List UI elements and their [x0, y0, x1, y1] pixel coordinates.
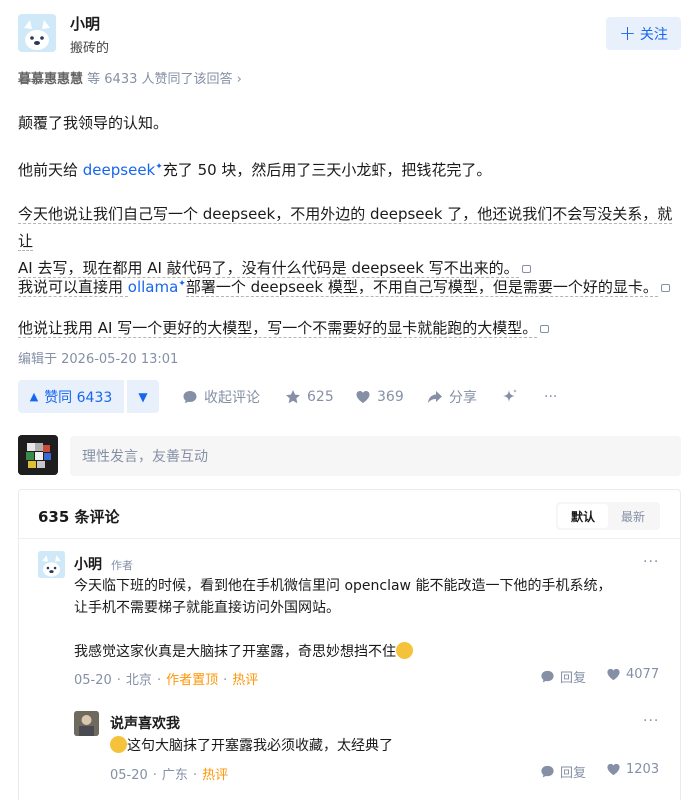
sort-default-tab[interactable]: 默认 [558, 504, 608, 528]
reply-meta: 05-20 · 广东 · 热评 [110, 768, 229, 783]
edited-timestamp: 编辑于 2026-05-20 13:01 [18, 352, 179, 367]
share-button[interactable]: 分享 [427, 380, 477, 413]
sparkle-icon: ✦ [155, 162, 163, 172]
comment-text: 今天临下班的时候，看到他在手机微信里问 openclaw 能不能改造一下他的手机… [74, 575, 670, 619]
heart-icon [607, 668, 620, 681]
reply-text: 这句大脑抹了开塞露我必须收藏，太经典了 [110, 735, 670, 757]
reply-button[interactable]: 回复 [540, 667, 586, 686]
author-avatar[interactable] [18, 14, 56, 52]
reply-date: 05-20 [110, 768, 148, 783]
paragraph-text: 他前天给 [18, 161, 83, 179]
reply-reply-button[interactable]: 回复 [540, 762, 586, 781]
comment-date: 05-20 [74, 673, 112, 688]
deepseek-link[interactable]: deepseek [83, 161, 155, 179]
favorite-count: 625 [307, 388, 334, 405]
reply-location: 广东 [161, 768, 188, 783]
comment-text: 我感觉这家伙真是大脑抹了开塞露，奇思妙想挡不住 [74, 641, 670, 663]
laughing-emoji-icon [110, 736, 127, 753]
reply-author-avatar[interactable] [74, 711, 99, 736]
comment-count: 635 条评论 [38, 508, 120, 526]
comment-line: 今天临下班的时候，看到他在手机微信里问 openclaw 能不能改造一下他的手机… [74, 578, 612, 594]
endorsement-line[interactable]: 暮慕惠惠慧 等 6433 人赞同了该回答 › [18, 68, 242, 87]
current-user-avatar [18, 435, 58, 475]
collapse-comments-button[interactable]: 收起评论 [182, 380, 260, 413]
answer-paragraph-5: 他说让我用 AI 写一个更好的大模型，写一个不需要好的显卡就能跑的大模型。 [18, 315, 680, 342]
comment-author-name[interactable]: 小明 [74, 554, 102, 574]
comment-like-button[interactable]: 4077 [606, 667, 659, 682]
reply-label: 回复 [560, 671, 587, 686]
comment-icon [541, 670, 554, 683]
sparkle-icon [503, 388, 517, 402]
reply-more-button[interactable]: ··· [643, 713, 659, 729]
author-name[interactable]: 小明 [70, 13, 100, 34]
triangle-down-icon: ▼ [138, 389, 148, 404]
comment-icon [183, 390, 197, 403]
follow-label: 关注 [639, 26, 668, 43]
endorser-names: 暮慕惠惠慧 [18, 72, 84, 87]
heart-icon [356, 390, 370, 403]
ai-sparkle-button[interactable] [501, 380, 519, 413]
reply-label: 回复 [560, 766, 587, 781]
ollama-link[interactable]: ollama [128, 278, 179, 296]
hot-badge: 热评 [232, 673, 259, 688]
paragraph-text: 充了 50 块，然后用了三天小龙虾，把钱花完了。 [162, 161, 492, 179]
inline-comment-icon[interactable] [660, 283, 670, 292]
paragraph-text: 部署一个 deepseek 模型，不用自己写模型，但是需要一个好的显卡。 [185, 278, 658, 297]
reply-like-button[interactable]: 1203 [606, 762, 659, 777]
endorsement-count: 等 6433 人赞同了该回答 › [83, 72, 242, 87]
share-arrow-icon [428, 390, 442, 403]
favorite-button[interactable]: 625 [285, 380, 334, 413]
downvote-button[interactable]: ▼ [127, 380, 159, 413]
reply-line: 这句大脑抹了开塞露我必须收藏，太经典了 [127, 738, 393, 754]
more-options-button[interactable]: ··· [544, 380, 557, 413]
comment-icon [541, 765, 554, 778]
reply-author-name[interactable]: 说声喜欢我 [110, 713, 180, 733]
comment-author-avatar[interactable] [38, 551, 65, 578]
comment-sort-toggle: 默认 最新 [556, 502, 660, 530]
comment-location: 北京 [125, 673, 152, 688]
sweat-smile-emoji-icon [396, 642, 413, 659]
answer-paragraph-3: 今天他说让我们自己写一个 deepseek，不用外边的 deepseek 了，他… [18, 201, 680, 282]
follow-button[interactable]: + 关注 [606, 17, 681, 50]
sort-latest-tab[interactable]: 最新 [608, 504, 658, 528]
sparkle-icon: ✦ [178, 279, 186, 289]
answer-paragraph-1: 颠覆了我领导的认知。 [18, 114, 169, 132]
collapse-comments-label: 收起评论 [204, 389, 260, 406]
reply-like-count: 1203 [626, 762, 660, 777]
share-label: 分享 [449, 389, 477, 406]
panel-divider [19, 538, 680, 539]
answer-paragraph-4: 我说可以直接用 ollama✦部署一个 deepseek 模型，不用自己写模型，… [18, 271, 680, 301]
paragraph-text: 他说让我用 AI 写一个更好的大模型，写一个不需要好的显卡就能跑的大模型。 [18, 319, 538, 338]
comment-like-count: 4077 [626, 667, 660, 682]
pinned-badge: 作者置顶 [166, 673, 219, 688]
paragraph-text: 今天他说让我们自己写一个 deepseek，不用外边的 deepseek 了，他… [18, 205, 673, 251]
author-tag: 作者 [111, 559, 133, 572]
answer-paragraph-2: 他前天给 deepseek✦充了 50 块，然后用了三天小龙虾，把钱花完了。 [18, 154, 680, 184]
star-icon [286, 389, 300, 403]
comment-more-button[interactable]: ··· [643, 554, 659, 570]
upvote-button[interactable]: ▲ 赞同 6433 [18, 380, 124, 413]
comment-input[interactable]: 理性发言，友善互动 [70, 436, 681, 476]
author-bio: 搬砖的 [70, 41, 110, 56]
paragraph-text: 我说可以直接用 [18, 278, 128, 297]
like-button[interactable]: 369 [355, 380, 404, 413]
like-count: 369 [377, 388, 404, 405]
comment-line: 让手机不需要梯子就能直接访问外国网站。 [74, 600, 340, 616]
plus-icon: + [619, 20, 636, 45]
comment-line: 我感觉这家伙真是大脑抹了开塞露，奇思妙想挡不住 [74, 644, 396, 660]
comment-meta: 05-20 · 北京 · 作者置顶 · 热评 [74, 673, 259, 688]
triangle-up-icon: ▲ [29, 390, 39, 403]
hot-badge: 热评 [202, 768, 229, 783]
upvote-label: 赞同 6433 [44, 389, 113, 406]
inline-comment-icon[interactable] [540, 324, 550, 333]
heart-icon [607, 763, 620, 776]
